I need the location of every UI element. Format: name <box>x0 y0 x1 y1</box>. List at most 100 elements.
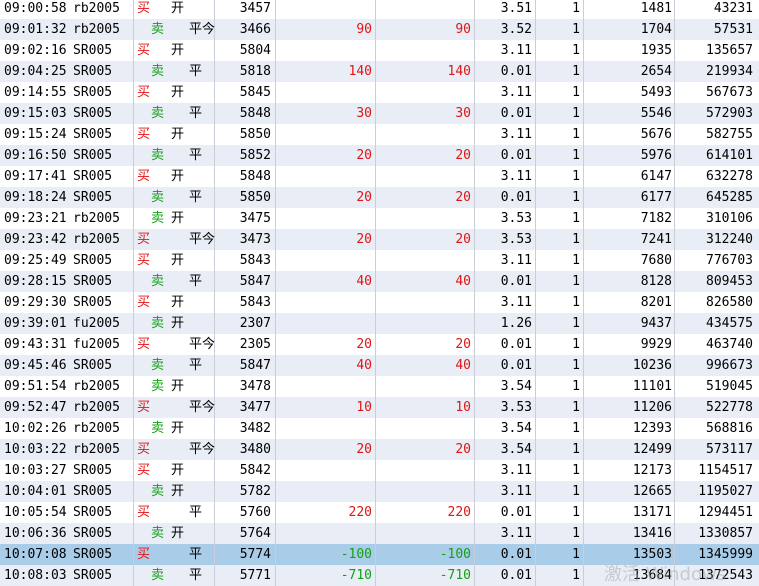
column-divider <box>275 187 276 208</box>
contract-cell: rb2005 <box>73 379 120 394</box>
profit-cell <box>277 82 372 103</box>
fee-cell: 3.54 <box>500 379 532 394</box>
contract-cell: rb2005 <box>73 442 120 457</box>
fee-cell: 3.53 <box>500 211 532 226</box>
time-cell: 09:28:15 <box>4 274 67 289</box>
column-divider <box>275 208 276 229</box>
table-row[interactable]: 09:17:41 SR005 买 开 5848 3.11 1 6147 632278 <box>0 166 759 187</box>
table-row[interactable]: 09:15:03 SR005 卖平 5848 30 30 0.01 1 5546 572903 <box>0 103 759 124</box>
lots-cell: 1 <box>572 211 580 226</box>
table-row[interactable]: 10:03:22 rb2005 买平今 3480 20 20 3.54 1 12499 57311… <box>0 439 759 460</box>
profit-total-cell <box>376 82 471 103</box>
table-row[interactable]: 09:23:42 rb2005 买平今 3473 20 20 3.53 1 7241 312240 <box>0 229 759 250</box>
volume-cell: 13416 <box>632 526 672 541</box>
table-row[interactable]: 09:43:31 fu2005 买平今 2305 20 20 0.01 1 9929 463740 <box>0 334 759 355</box>
table-row[interactable]: 09:16:50 SR005 卖平 5852 20 20 0.01 1 5976 614101 <box>0 145 759 166</box>
profit-total-cell: 20 <box>455 337 471 352</box>
amount-cell: 43231 <box>713 1 753 16</box>
price-cell: 5771 <box>239 568 271 583</box>
column-divider <box>275 82 276 103</box>
table-row[interactable]: 09:52:47 rb2005 买平今 3477 10 10 3.53 1 11206 52277… <box>0 397 759 418</box>
column-divider <box>275 19 276 40</box>
table-row[interactable]: 09:28:15 SR005 卖平 5847 40 40 0.01 1 8128 809453 <box>0 271 759 292</box>
table-row[interactable]: 09:25:49 SR005 买 开 5843 3.11 1 7680 776703 <box>0 250 759 271</box>
profit-cell <box>277 376 372 397</box>
profit-cell: 20 <box>356 442 372 457</box>
table-row[interactable]: 10:04:01 SR005 卖开 5782 3.11 1 12665 1195027 <box>0 481 759 502</box>
offset-cell: 开 <box>171 85 185 100</box>
table-row[interactable]: 10:05:54 SR005 买平 5760 220 220 0.01 1 13171 12944… <box>0 502 759 523</box>
column-divider <box>674 19 675 40</box>
direction-cell: 卖 <box>151 22 165 37</box>
column-divider <box>674 208 675 229</box>
table-row[interactable]: 10:03:27 SR005 买 开 5842 3.11 1 12173 1154517 <box>0 460 759 481</box>
volume-cell: 1481 <box>640 1 672 16</box>
column-divider <box>133 208 134 229</box>
direction-cell: 买 <box>137 295 151 310</box>
lots-cell: 1 <box>572 379 580 394</box>
profit-cell: 20 <box>356 337 372 352</box>
table-row[interactable]: 09:14:55 SR005 买 开 5845 3.11 1 5493 567673 <box>0 82 759 103</box>
price-cell: 5774 <box>239 547 271 562</box>
profit-cell: 10 <box>356 400 372 415</box>
time-cell: 09:02:16 <box>4 43 67 58</box>
column-divider <box>133 334 134 355</box>
profit-total-cell: 20 <box>455 190 471 205</box>
lots-cell: 1 <box>572 295 580 310</box>
amount-cell: 573117 <box>706 442 753 457</box>
offset-cell: 开 <box>171 1 185 16</box>
offset-cell: 开 <box>171 379 185 394</box>
column-divider <box>275 418 276 439</box>
column-divider <box>275 565 276 586</box>
column-divider <box>275 103 276 124</box>
fee-cell: 3.54 <box>500 421 532 436</box>
table-row[interactable]: 09:29:30 SR005 买 开 5843 3.11 1 8201 826580 <box>0 292 759 313</box>
table-row[interactable]: 09:15:24 SR005 买 开 5850 3.11 1 5676 582755 <box>0 124 759 145</box>
table-row[interactable]: 09:39:01 fu2005 卖开 2307 1.26 1 9437 434575 <box>0 313 759 334</box>
column-divider <box>674 166 675 187</box>
activation-watermark: 激活 Windows <box>604 564 727 585</box>
table-row[interactable]: 09:45:46 SR005 卖平 5847 40 40 0.01 1 10236 996673 <box>0 355 759 376</box>
table-row[interactable]: 09:02:16 SR005 买 开 5804 3.11 1 1935 135657 <box>0 40 759 61</box>
price-cell: 3466 <box>239 22 271 37</box>
column-divider <box>674 502 675 523</box>
column-divider <box>133 439 134 460</box>
table-row[interactable]: 10:06:36 SR005 卖开 5764 3.11 1 13416 1330857 <box>0 523 759 544</box>
table-row[interactable]: 09:18:24 SR005 卖平 5850 20 20 0.01 1 6177 645285 <box>0 187 759 208</box>
contract-cell: rb2005 <box>73 22 120 37</box>
table-row[interactable]: 09:51:54 rb2005 卖开 3478 3.54 1 11101 519045 <box>0 376 759 397</box>
amount-cell: 572903 <box>706 106 753 121</box>
direction-cell: 买 <box>137 127 151 142</box>
column-divider <box>674 334 675 355</box>
lots-cell: 1 <box>572 148 580 163</box>
column-divider <box>275 376 276 397</box>
table-row[interactable]: 09:23:21 rb2005 卖开 3475 3.53 1 7182 310106 <box>0 208 759 229</box>
table-row[interactable]: 09:00:58 rb2005 买 开 3457 3.51 1 1481 43231 <box>0 0 759 19</box>
lots-cell: 1 <box>572 442 580 457</box>
profit-total-cell: -710 <box>439 568 471 583</box>
column-divider <box>275 271 276 292</box>
column-divider <box>133 565 134 586</box>
profit-cell: -710 <box>340 568 372 583</box>
fee-cell: 3.11 <box>500 43 532 58</box>
profit-cell: 140 <box>348 64 372 79</box>
price-cell: 5843 <box>239 253 271 268</box>
direction-cell: 买 <box>137 85 151 100</box>
price-cell: 3475 <box>239 211 271 226</box>
price-cell: 5842 <box>239 463 271 478</box>
amount-cell: 1330857 <box>698 526 753 541</box>
column-divider <box>275 502 276 523</box>
fee-cell: 3.11 <box>500 484 532 499</box>
table-row[interactable]: 10:02:26 rb2005 卖开 3482 3.54 1 12393 568816 <box>0 418 759 439</box>
offset-cell: 开 <box>171 43 185 58</box>
column-divider <box>275 229 276 250</box>
direction-cell: 买 <box>137 547 151 562</box>
profit-total-cell <box>376 460 471 481</box>
profit-total-cell: -100 <box>439 547 471 562</box>
column-divider <box>674 103 675 124</box>
time-cell: 09:01:32 <box>4 22 67 37</box>
column-divider <box>133 523 134 544</box>
table-row[interactable]: 09:04:25 SR005 卖平 5818 140 140 0.01 1 2654 219934 <box>0 61 759 82</box>
table-row[interactable]: 09:01:32 rb2005 卖平今 3466 90 90 3.52 1 1704 57531 <box>0 19 759 40</box>
time-cell: 10:02:26 <box>4 421 67 436</box>
